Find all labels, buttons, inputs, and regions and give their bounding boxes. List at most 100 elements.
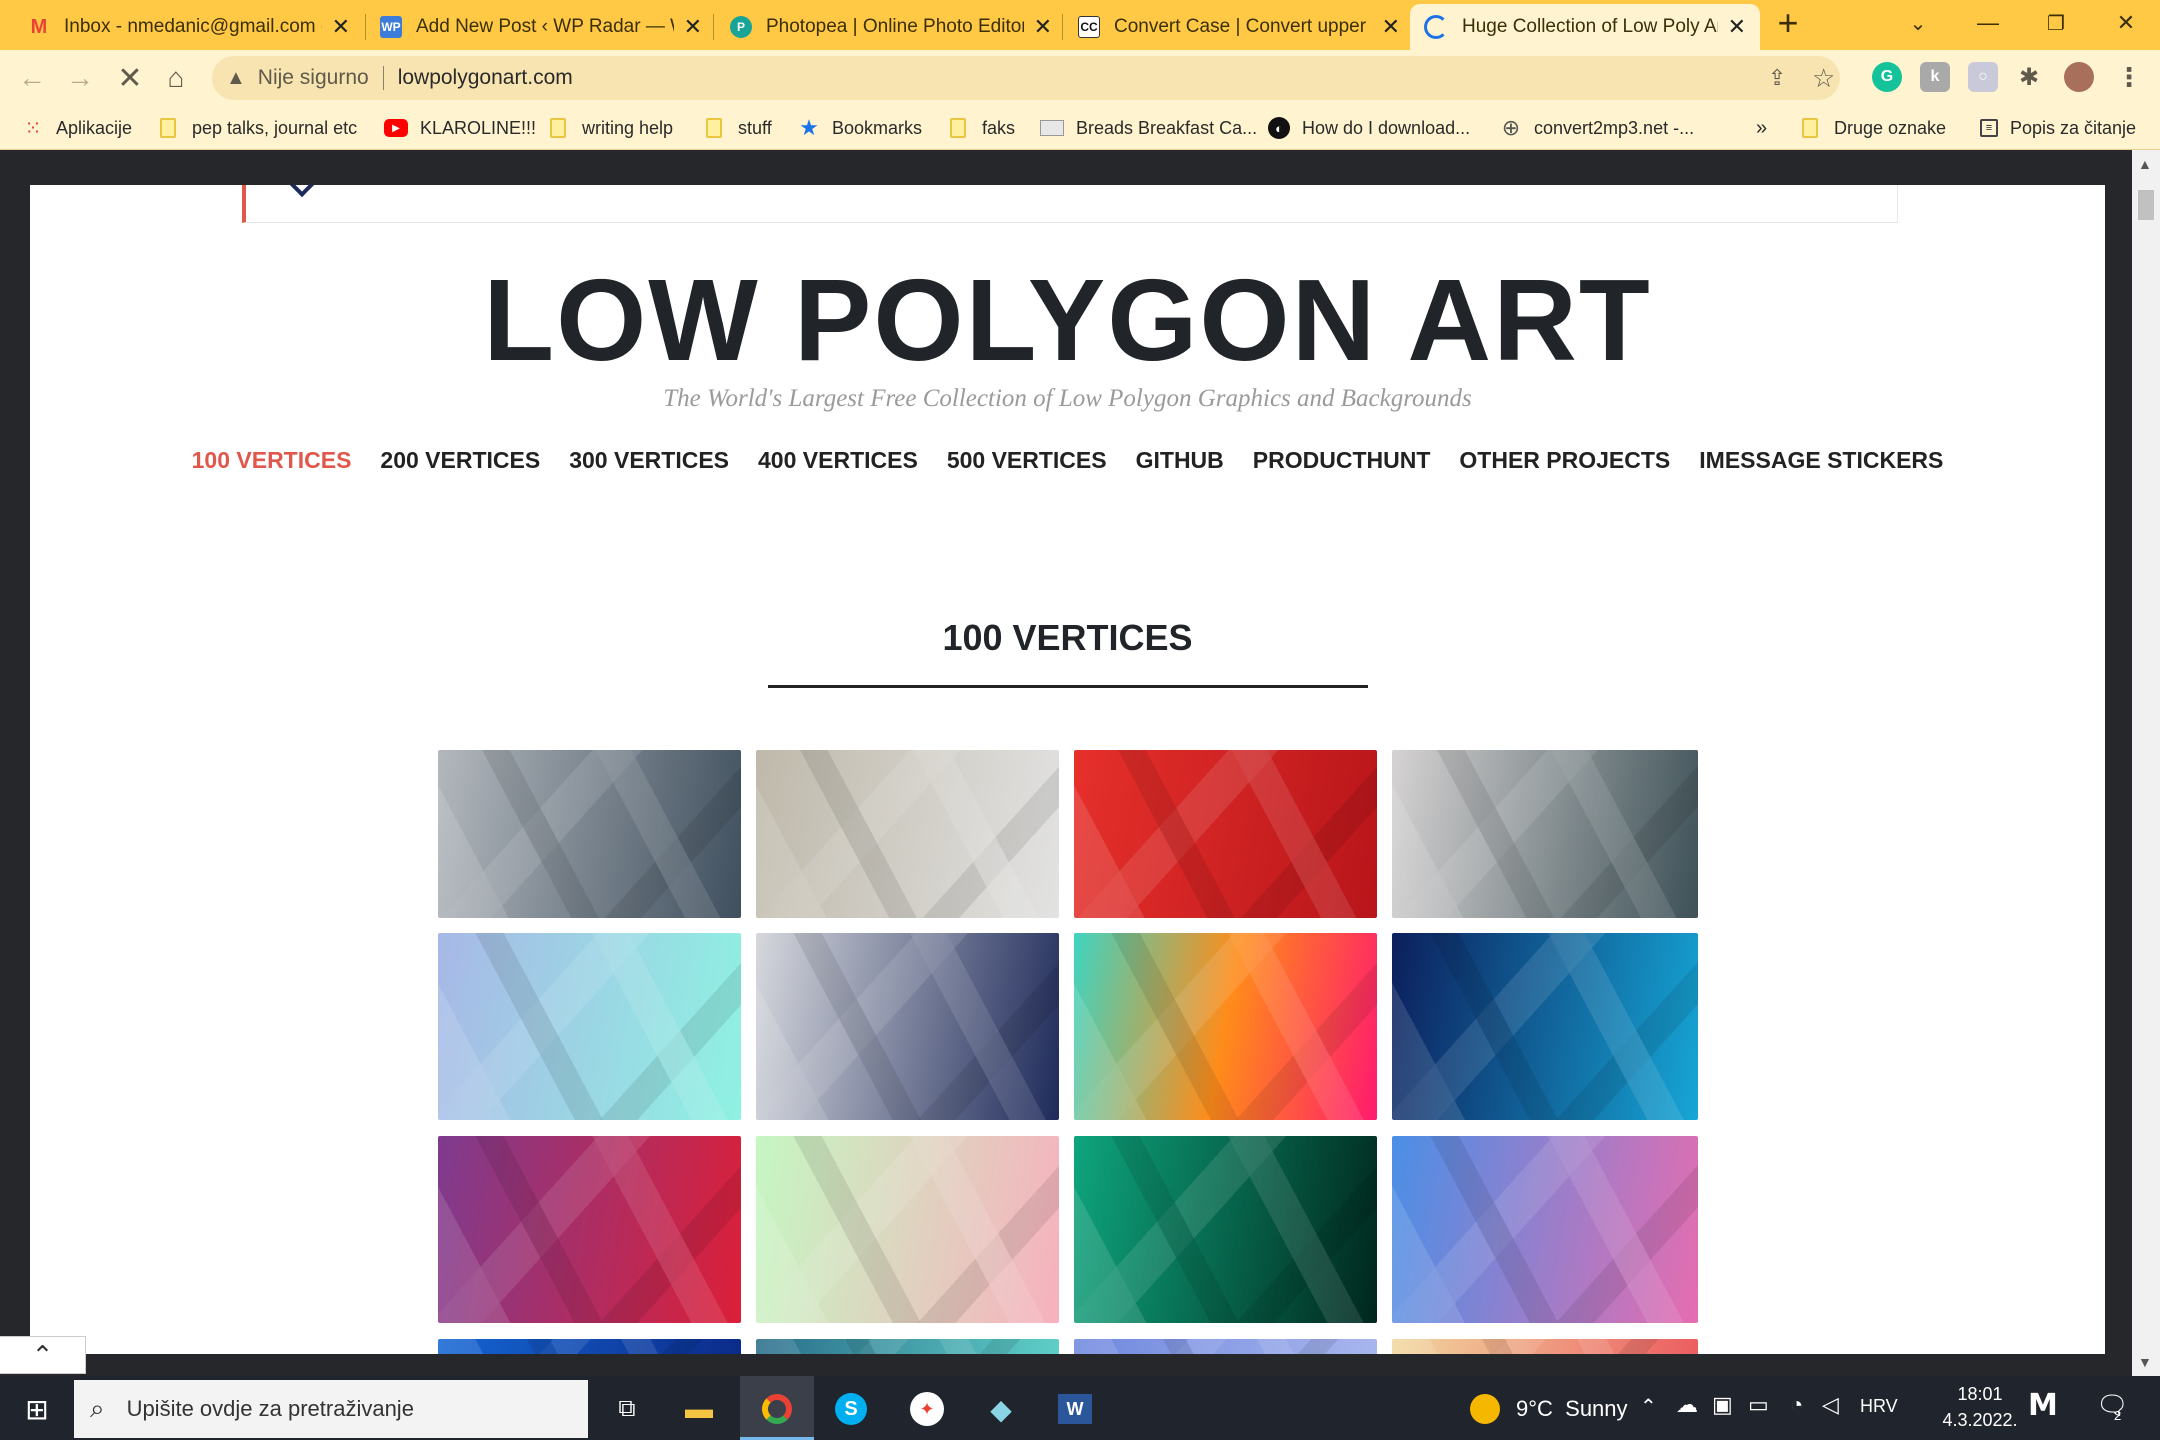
skype-icon[interactable]: S [828, 1386, 874, 1432]
volume-icon[interactable]: ◁ [1822, 1392, 1839, 1418]
tray-icon[interactable]: ▣ [1712, 1392, 1733, 1418]
tab-low-poly-art[interactable]: Huge Collection of Low Poly Art ✕ [1410, 4, 1760, 50]
word-icon[interactable]: W [1052, 1386, 1098, 1432]
tab-search-icon[interactable]: ⌄ [1886, 0, 1950, 46]
wifi-icon[interactable]: ◔ [1790, 1392, 1803, 1418]
bookmark-folder[interactable]: pep talks, journal etc [160, 114, 357, 142]
chrome-icon[interactable] [754, 1386, 800, 1432]
tab-photopea[interactable]: P Photopea | Online Photo Editor ✕ [716, 4, 1066, 50]
tab-gmail[interactable]: M Inbox - nmedanic@gmail.com - ✕ [14, 4, 364, 50]
thumbnail-periwinkle[interactable] [1074, 1339, 1377, 1354]
close-tab-icon[interactable]: ✕ [332, 14, 350, 40]
grammarly-icon[interactable]: G [1872, 62, 1902, 92]
file-explorer-icon[interactable]: ▬ [676, 1386, 722, 1432]
thumbnail-silver-teal[interactable] [1392, 750, 1698, 918]
back-button[interactable]: ← [12, 58, 52, 98]
nav-imessage-stickers[interactable]: IMESSAGE STICKERS [1699, 447, 1943, 474]
task-view-icon[interactable]: ⧉ [604, 1386, 650, 1432]
extension-icon[interactable]: k [1920, 62, 1950, 92]
close-tab-icon[interactable]: ✕ [1382, 14, 1400, 40]
thumbnail-red[interactable] [1074, 750, 1377, 918]
address-bar[interactable]: ▲ Nije sigurno lowpolygonart.com ⇪ ☆ [212, 56, 1840, 100]
bookmarks-overflow-button[interactable]: » [1756, 114, 1767, 142]
security-label[interactable]: Nije sigurno [258, 66, 369, 90]
warning-icon[interactable]: ▲ [226, 67, 246, 90]
onedrive-icon[interactable]: ☁ [1676, 1392, 1698, 1418]
thumbnail-mint-pink[interactable] [756, 1136, 1059, 1323]
bookmark-folder[interactable]: faks [950, 114, 1015, 142]
tab-convert-case[interactable]: CC Convert Case | Convert upper c ✕ [1064, 4, 1414, 50]
close-tab-icon[interactable]: ✕ [1034, 14, 1052, 40]
weather-icon[interactable] [1470, 1394, 1500, 1424]
thumbnail-peach[interactable] [1392, 1339, 1698, 1354]
close-window-button[interactable]: ✕ [2094, 0, 2158, 46]
reading-list-button[interactable]: ≡ Popis za čitanje [1980, 114, 2136, 142]
avatar[interactable] [2064, 62, 2094, 92]
close-tab-icon[interactable]: ✕ [1728, 14, 1746, 40]
bookmark-folder[interactable]: stuff [706, 114, 772, 142]
site-tagline: The World's Largest Free Collection of L… [663, 385, 1472, 412]
nav-other-projects[interactable]: OTHER PROJECTS [1459, 447, 1670, 474]
app-icon[interactable]: ✦ [904, 1386, 950, 1432]
scroll-to-top-button[interactable]: ⌃ [0, 1336, 86, 1374]
show-hidden-icons-icon[interactable]: ⌃ [1640, 1394, 1657, 1419]
clock-date[interactable]: 4.3.2022. [1930, 1410, 2030, 1431]
bookmark-star-icon[interactable]: ☆ [1812, 63, 1835, 94]
thumbnail-gray-slate[interactable] [438, 750, 741, 918]
bookmark-convert2mp3[interactable]: ⊕ convert2mp3.net -... [1500, 114, 1694, 142]
language-indicator[interactable]: HRV [1860, 1396, 1898, 1417]
home-button[interactable]: ⌂ [156, 58, 196, 98]
nav-300-vertices[interactable]: 300 VERTICES [569, 447, 729, 474]
bookmark-youtube[interactable]: ▶ KLAROLINE!!! [384, 114, 536, 142]
taskbar-search-box[interactable]: ⌕ Upišite ovdje za pretraživanje [74, 1380, 588, 1438]
thumbnail-navy-cyan[interactable] [1392, 933, 1698, 1120]
tab-wp-radar[interactable]: WP Add New Post ‹ WP Radar — W ✕ [366, 4, 716, 50]
restore-button[interactable]: ❐ [2024, 0, 2088, 46]
thumbnail-silver-white[interactable] [756, 750, 1059, 918]
app-tray-icon[interactable]: Ⅿ [2028, 1388, 2058, 1423]
nav-producthunt[interactable]: PRODUCTHUNT [1253, 447, 1431, 474]
puzzle-icon[interactable]: ✱ [2014, 62, 2044, 92]
site-title[interactable]: LOW POLYGON ART [30, 253, 2105, 387]
notifications-icon[interactable]: 🗨 [2096, 1390, 2129, 1421]
nav-github[interactable]: GITHUB [1136, 447, 1224, 474]
nav-400-vertices[interactable]: 400 VERTICES [758, 447, 918, 474]
nav-200-vertices[interactable]: 200 VERTICES [380, 447, 540, 474]
scrollbar-thumb[interactable] [2138, 190, 2154, 220]
thumbnail-blue-pink[interactable] [1392, 1136, 1698, 1323]
scroll-up-arrow-icon[interactable]: ▲ [2138, 156, 2152, 172]
forward-button[interactable]: → [60, 58, 100, 98]
thumbnail-gray-navy[interactable] [756, 933, 1059, 1120]
extension-icon[interactable]: ○ [1968, 62, 1998, 92]
minimize-button[interactable]: — [1956, 0, 2020, 46]
thumbnail-teal-orange-pink[interactable] [1074, 933, 1377, 1120]
nav-100-vertices[interactable]: 100 VERTICES [192, 447, 352, 474]
thumbnail-facets [1392, 750, 1698, 918]
thumbnail-purple-red[interactable] [438, 1136, 741, 1323]
close-tab-icon[interactable]: ✕ [684, 14, 702, 40]
thumbnail-green-black[interactable] [1074, 1136, 1377, 1323]
bookmark-bookmarks[interactable]: ★ Bookmarks [798, 114, 922, 142]
weather-text[interactable]: 9°C Sunny [1516, 1396, 1628, 1422]
url-text[interactable]: lowpolygonart.com [398, 66, 573, 90]
bookmark-other[interactable]: Druge oznake [1802, 114, 1946, 142]
clock-time[interactable]: 18:01 [1930, 1384, 2030, 1405]
thumbnail-blue[interactable] [438, 1339, 741, 1354]
thumbnail-lavender-mint[interactable] [438, 933, 741, 1120]
nav-500-vertices[interactable]: 500 VERTICES [947, 447, 1107, 474]
share-icon[interactable]: ⇪ [1768, 65, 1786, 91]
new-tab-button[interactable]: + [1756, 0, 1820, 46]
menu-icon[interactable]: ⋮ [2114, 62, 2144, 92]
scroll-down-arrow-icon[interactable]: ▼ [2138, 1354, 2152, 1370]
thumbnail-teal[interactable] [756, 1339, 1059, 1354]
app-icon[interactable]: ◆ [978, 1386, 1024, 1432]
battery-icon[interactable]: ▭ [1748, 1392, 1769, 1418]
bookmark-howto[interactable]: ◐ How do I download... [1268, 114, 1470, 142]
tab-separator [1062, 14, 1063, 40]
scrollbar[interactable]: ▲ ▼ [2132, 150, 2160, 1376]
bookmark-apps[interactable]: ⁙ Aplikacije [22, 114, 132, 142]
stop-loading-button[interactable]: ✕ [110, 58, 150, 98]
bookmark-folder[interactable]: writing help [550, 114, 673, 142]
bookmark-breads[interactable]: Breads Breakfast Ca... [1040, 114, 1257, 142]
windows-start-icon[interactable]: ⊞ [14, 1386, 60, 1432]
